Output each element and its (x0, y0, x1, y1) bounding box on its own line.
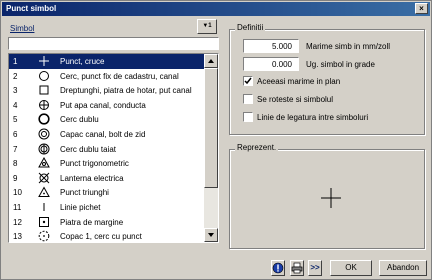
list-item-number: 3 (13, 86, 18, 96)
list-item-label: Cerc dublu (60, 115, 99, 125)
arrow-up-icon (208, 59, 214, 63)
preview-title: Reprezent. (235, 143, 279, 152)
symbol-size-label: Marime simb in mm/zoll (306, 42, 391, 51)
list-item[interactable]: 4 Put apa canal, conducta (9, 98, 204, 113)
info-icon (272, 262, 284, 274)
list-item-label: Capac canal, bolt de zid (60, 130, 146, 139)
list-item[interactable]: 1 Punct, cruce (9, 54, 204, 69)
print-button[interactable] (290, 260, 304, 276)
picket-icon (43, 203, 45, 211)
window-title: Punct simbol (6, 4, 57, 13)
square-dot-icon (39, 216, 49, 227)
list-item[interactable]: 11 Linie pichet (9, 200, 204, 215)
list-item-number: 11 (13, 203, 22, 212)
rotate-symbol-label: Se roteste si simbolul (257, 95, 334, 104)
circle-cross-icon (39, 99, 49, 110)
symbol-list[interactable]: 1 Punct, cruce 2 Cerc, punct fix de cadastr… (8, 53, 219, 243)
square-icon (39, 85, 49, 95)
sort-button[interactable]: ▼1 (197, 19, 217, 34)
list-item-label: Copac 1, cerc cu punct (60, 232, 142, 242)
triangle-icon (38, 186, 50, 198)
double-circle-icon (38, 113, 50, 125)
link-line-label: Linie de legatura intre simboluri (257, 113, 369, 122)
plus-icon (39, 56, 49, 66)
symbol-size-input[interactable] (243, 39, 299, 53)
arrow-down-icon (208, 233, 214, 237)
list-item[interactable]: 8 Punct trigonometric (9, 156, 204, 171)
list-item-number: 4 (13, 100, 18, 110)
list-item-number: 12 (13, 217, 22, 227)
list-item-number: 9 (13, 173, 18, 183)
list-item-label: Linie pichet (60, 203, 101, 212)
list-item[interactable]: 10 Punct triunghi (9, 185, 204, 200)
dialog-window: Punct simbol × Simbol ▼1 1 Punct, cruce 2 C… (0, 0, 432, 280)
symbol-label: Simbol (10, 24, 35, 33)
circle-icon (39, 70, 49, 81)
list-item[interactable]: 7 Cerc dublu taiat (9, 142, 204, 157)
list-item-number: 7 (13, 144, 18, 154)
list-item[interactable]: 12 Piatra de margine (9, 215, 204, 230)
list-item[interactable]: 6 Capac canal, bolt de zid (9, 127, 204, 142)
rotate-symbol-checkbox[interactable] (243, 94, 253, 104)
list-item-label: Punct trigonometric (60, 159, 129, 169)
preview-group (229, 149, 425, 249)
scroll-thumb[interactable] (204, 68, 218, 188)
abandon-button[interactable]: Abandon (379, 260, 427, 276)
list-item-number: 8 (13, 159, 18, 169)
list-item-label: Put apa canal, conducta (60, 100, 146, 110)
symbol-angle-label: Ug. simbol in grade (306, 60, 375, 69)
scroll-down-button[interactable] (204, 228, 218, 242)
checkmark-icon (244, 77, 252, 85)
list-item[interactable]: 5 Cerc dublu (9, 112, 204, 127)
definitions-title: Definitii (235, 23, 266, 32)
sort-icon: ▼1 (202, 23, 212, 29)
list-item[interactable]: 9 Lanterna electrica (9, 171, 204, 186)
list-item-number: 1 (13, 57, 18, 66)
scroll-up-button[interactable] (204, 54, 218, 68)
list-item-label: Punct triunghi (60, 188, 109, 198)
list-item-label: Punct, cruce (60, 57, 105, 66)
more-button[interactable]: >> (308, 260, 322, 276)
symbol-angle-input[interactable] (243, 57, 299, 71)
lantern-icon (38, 172, 50, 184)
ok-button[interactable]: OK (330, 260, 372, 276)
list-item[interactable]: 3 Dreptunghi, piatra de hotar, put canal (9, 83, 204, 98)
dashed-circle-icon (38, 230, 50, 242)
cut-double-circle-icon (38, 143, 50, 155)
triangulation-icon (38, 157, 50, 168)
symbol-search-input[interactable] (8, 37, 219, 50)
list-item-label: Cerc dublu taiat (60, 144, 117, 154)
printer-icon (291, 262, 303, 274)
list-item-label: Lanterna electrica (60, 173, 124, 183)
manhole-icon (38, 128, 50, 140)
list-item-label: Dreptunghi, piatra de hotar, put canal (60, 86, 192, 96)
preview-plus-icon (321, 188, 341, 208)
same-size-label: Aceeasi marime in plan (257, 77, 341, 86)
list-item-number: 13 (13, 232, 22, 242)
list-item[interactable]: 2 Cerc, punct fix de cadastru, canal (9, 69, 204, 84)
list-item[interactable]: 13 Copac 1, cerc cu punct (9, 229, 204, 242)
link-line-checkbox[interactable] (243, 112, 253, 122)
list-item-number: 2 (13, 71, 18, 81)
list-item-number: 10 (13, 188, 22, 198)
title-bar[interactable]: Punct simbol × (2, 2, 430, 16)
same-size-checkbox[interactable] (243, 76, 253, 86)
list-item-number: 6 (13, 130, 18, 139)
info-button[interactable] (271, 260, 285, 276)
close-button[interactable]: × (415, 3, 428, 14)
vertical-scrollbar[interactable] (204, 54, 218, 242)
list-item-label: Cerc, punct fix de cadastru, canal (60, 71, 179, 81)
list-item-label: Piatra de margine (60, 217, 124, 227)
list-item-number: 5 (13, 115, 18, 125)
